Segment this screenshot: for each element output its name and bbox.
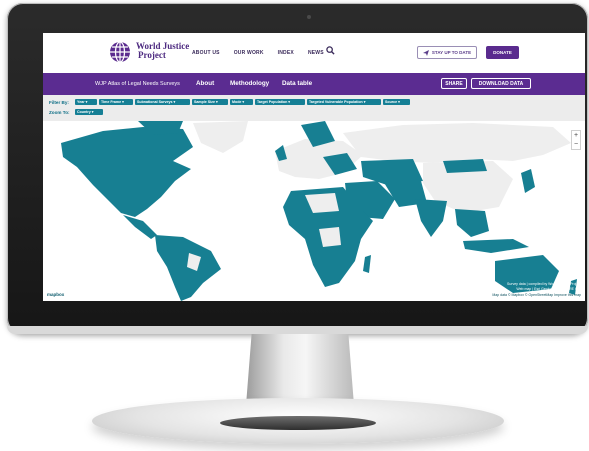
tab-data-table[interactable]: Data table [282,80,312,87]
filter-bar: Filter By: Year ▾ Time Frame ▾ Subnation… [43,95,585,121]
filter-sample-size-label: Sample Size [194,100,215,104]
nav-our-work[interactable]: OUR WORK [234,50,264,56]
site-header: World Justice Project ABOUT US OUR WORK … [43,33,585,73]
stay-up-to-date-label: STAY UP TO DATE [431,50,472,55]
region-greenland [193,121,248,153]
region-japan [521,169,535,193]
map-attribution-mapdata[interactable]: Map data © Mapbox © OpenStreetMap Improv… [492,293,581,297]
filter-mode[interactable]: Mode ▾ [230,99,253,105]
filter-year[interactable]: Year ▾ [75,99,97,105]
zoom-to-country[interactable]: Country ▾ [75,109,103,115]
region-russia [343,123,571,163]
main-nav: ABOUT US OUR WORK INDEX NEWS [192,50,338,56]
region-north-america [61,127,193,217]
nav-index[interactable]: INDEX [278,50,294,56]
filter-targeted-vulnerable-population[interactable]: Targeted Vulnerable Population ▾ [307,99,381,105]
monitor-chin [7,326,588,334]
monitor-bezel: World Justice Project ABOUT US OUR WORK … [7,3,588,334]
zoom-to-label: Zoom To: [49,110,70,115]
zoom-to-country-label: Country [77,110,91,114]
search-icon[interactable] [326,46,335,55]
webcam [307,15,311,19]
filter-sample-size[interactable]: Sample Size ▾ [192,99,228,105]
region-madagascar [363,255,371,273]
map-attribution-webmap[interactable]: Web map | Esri Geolocating & CDRE GIS [516,287,581,291]
filter-target-population-label: Target Population [257,100,288,104]
region-indonesia [463,239,529,253]
region-south-america [155,235,221,301]
filter-target-population[interactable]: Target Population ▾ [255,99,305,105]
share-button[interactable]: SHARE [441,78,467,89]
region-mongolia [443,159,487,173]
nav-about-us[interactable]: ABOUT US [192,50,220,56]
filter-subnational-label: Subnational Surveys [137,100,173,104]
world-map-canvas[interactable] [43,121,585,301]
nav-news[interactable]: NEWS [308,50,324,56]
region-southeast-asia [455,209,489,237]
map-attribution-survey: Survey data | compiled by World Justice … [507,282,581,286]
mapbox-logo[interactable]: mapbox [47,292,64,297]
world-map[interactable]: + − mapbox Survey data | compiled by Wor… [43,121,585,301]
tab-methodology[interactable]: Methodology [230,80,269,87]
filter-source[interactable]: Source ▾ [383,99,410,105]
monitor-stand-foot [220,416,376,430]
download-data-button[interactable]: DOWNLOAD DATA [471,78,531,89]
filter-subnational-surveys[interactable]: Subnational Surveys ▾ [135,99,190,105]
filter-time-frame[interactable]: Time Frame ▾ [99,99,133,105]
atlas-toolbar: WJP Atlas of Legal Needs Surveys About M… [43,73,585,95]
filter-source-label: Source [385,100,398,104]
tab-about[interactable]: About [196,80,214,87]
stay-up-to-date-button[interactable]: STAY UP TO DATE [417,46,477,59]
region-india [415,199,447,237]
zoom-in-button[interactable]: + [574,132,578,139]
region-central-america [123,215,157,239]
filter-by-label: Filter By: [49,100,69,105]
filter-year-label: Year [77,100,85,104]
zoom-out-button[interactable]: − [574,141,578,148]
filter-time-frame-label: Time Frame [101,100,122,104]
atlas-title[interactable]: WJP Atlas of Legal Needs Surveys [95,81,180,87]
globe-logo-icon [110,41,130,63]
donate-button[interactable]: DONATE [486,46,519,59]
filter-vulnerable-label: Targeted Vulnerable Population [309,100,363,104]
browser-screen: World Justice Project ABOUT US OUR WORK … [43,33,585,301]
map-zoom-control: + − [571,130,581,150]
send-icon [422,49,429,56]
filter-mode-label: Mode [232,100,242,104]
